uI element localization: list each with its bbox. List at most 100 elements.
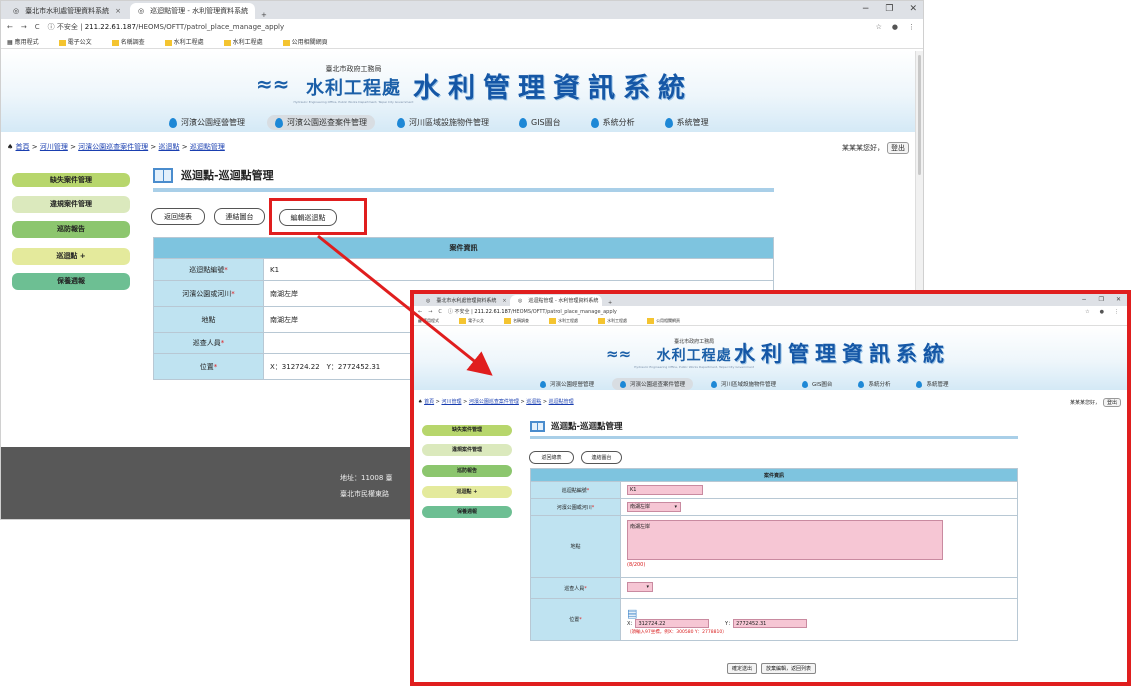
crumb-river[interactable]: 河川管理 (441, 399, 461, 405)
crumb-patrol-point[interactable]: 巡迴點 (526, 399, 541, 405)
maximize-icon[interactable]: ❐ (1099, 296, 1104, 303)
logout-button[interactable]: 登出 (1102, 398, 1121, 407)
side-missing-cases[interactable]: 缺失案件管理 (12, 173, 130, 187)
tab-favicon-icon: ◎ (518, 297, 523, 304)
reload-icon[interactable]: C (35, 23, 40, 31)
nav-park-inspection[interactable]: 河濱公園巡查案件管理 (612, 378, 694, 390)
minimize-icon[interactable]: − (1082, 296, 1087, 303)
y-coordinate-input[interactable]: 2772452.31 (733, 618, 808, 628)
nav-system[interactable]: 系統管理 (657, 115, 717, 130)
forward-icon[interactable]: → (428, 309, 432, 315)
menu-icon[interactable]: ⋮ (1114, 309, 1119, 315)
link-map-button[interactable]: 連結圖台 (581, 451, 622, 464)
reload-icon[interactable]: C (438, 309, 442, 315)
nav-system[interactable]: 系統管理 (908, 378, 956, 390)
back-icon[interactable]: ← (418, 309, 422, 315)
browser-tab[interactable]: ◎ 臺北市水利處管理資料系統 × (418, 295, 510, 306)
maximize-icon[interactable]: ❐ (885, 4, 893, 14)
crumb-patrol-manage[interactable]: 巡迴點管理 (190, 143, 225, 151)
bookmark-item[interactable]: 水利工程處 (223, 37, 273, 46)
page-header: 巡迴點-巡迴點管理 (153, 167, 274, 183)
forward-icon[interactable]: → (21, 23, 27, 31)
water-drop-icon (275, 117, 283, 128)
cancel-edit-button[interactable]: 放棄編輯，返回列表 (761, 663, 817, 674)
bookmark-apps[interactable]: ▦ 應用程式 (7, 37, 49, 46)
bookmark-item[interactable]: 水利工程處 (164, 37, 214, 46)
x-coordinate-input[interactable]: 312724.22 (635, 618, 710, 628)
bookmark-item[interactable]: 公用相關網頁 (282, 37, 338, 46)
crumb-patrol-point[interactable]: 巡迴點 (159, 143, 180, 151)
address-textarea[interactable]: 南湖左岸 (627, 520, 943, 560)
nav-analysis[interactable]: 系統分析 (583, 115, 643, 130)
crumb-river[interactable]: 河川管理 (40, 143, 68, 151)
crumb-home[interactable]: 首頁 (16, 143, 30, 151)
bookmark-item[interactable]: 公用相關網頁 (647, 318, 690, 324)
back-to-list-button[interactable]: 返回總表 (529, 451, 574, 464)
bookmark-apps[interactable]: ▦ 應用程式 (418, 318, 449, 324)
main-nav: 河濱公園經營管理 河濱公園巡查案件管理 河川區域設施物件管理 GIS圖台 系統分… (532, 378, 956, 390)
side-violation-cases[interactable]: 違規案件管理 (12, 196, 130, 213)
browser-tab[interactable]: ◎ 臺北市水利處管理資料系統 × (5, 3, 130, 19)
system-title: 水利管理資訊系統 (734, 342, 950, 366)
case-info-caption: 案件資訊 (153, 237, 774, 259)
url-field[interactable]: ⓘ 不安全 | 211.22.61.187/HEOMS/OFTT/patrol_… (448, 308, 617, 315)
nav-gis[interactable]: GIS圖台 (794, 378, 840, 390)
crumb-inspection[interactable]: 河濱公園巡查案件管理 (78, 143, 148, 151)
side-patrol-point[interactable]: 巡迴點 + (422, 486, 512, 498)
org-name: 水利工程處 (305, 78, 401, 99)
nav-park-operation[interactable]: 河濱公園經營管理 (532, 378, 602, 390)
nav-river-facilities[interactable]: 河川區域設施物件管理 (703, 378, 784, 390)
side-maintenance[interactable]: 保養週報 (422, 506, 512, 518)
bookmark-item[interactable]: 名稱調查 (111, 37, 155, 46)
park-select[interactable]: 南湖左岸 ▾ (627, 502, 681, 512)
water-drop-icon (916, 380, 923, 388)
submit-button[interactable]: 確定送出 (727, 663, 758, 674)
side-patrol-point[interactable]: 巡迴點 + (12, 248, 130, 265)
code-input[interactable]: K1 (627, 485, 703, 495)
account-icon[interactable]: ● (1100, 309, 1104, 315)
nav-river-facilities[interactable]: 河川區域設施物件管理 (389, 115, 497, 130)
label-address: 地點 (530, 515, 621, 578)
side-patrol-report[interactable]: 巡防報告 (422, 465, 512, 477)
home-icon: ♠ (418, 399, 423, 405)
crumb-home[interactable]: 首頁 (424, 399, 434, 405)
account-icon[interactable]: ● (892, 23, 898, 31)
side-violation-cases[interactable]: 違規案件管理 (422, 444, 512, 456)
close-window-icon[interactable]: ✕ (1116, 296, 1121, 303)
footer-address: 地址：11008 臺 (340, 474, 393, 482)
back-icon[interactable]: ← (7, 23, 13, 31)
crumb-inspection[interactable]: 河濱公園巡查案件管理 (469, 399, 519, 405)
menu-icon[interactable]: ⋮ (908, 23, 915, 31)
minimize-icon[interactable]: − (862, 4, 870, 14)
window-controls: − ❐ ✕ (862, 4, 917, 14)
title-rule (153, 188, 774, 192)
nav-park-operation[interactable]: 河濱公園經營管理 (161, 115, 253, 130)
bookmark-item[interactable]: 水利工程處 (549, 318, 588, 324)
side-patrol-report[interactable]: 巡防報告 (12, 221, 130, 238)
side-missing-cases[interactable]: 缺失案件管理 (422, 425, 512, 436)
map-pick-icon[interactable]: ▤ (627, 607, 1017, 620)
nav-park-inspection[interactable]: 河濱公園巡查案件管理 (267, 115, 375, 130)
staff-select[interactable]: ▾ (627, 582, 653, 592)
logout-button[interactable]: 登出 (887, 142, 909, 154)
bookmark-item[interactable]: 電子公文 (58, 37, 102, 46)
bookmark-item[interactable]: 電子公文 (459, 318, 494, 324)
bookmark-item[interactable]: 水利工程處 (598, 318, 637, 324)
nav-gis[interactable]: GIS圖台 (511, 115, 569, 130)
close-window-icon[interactable]: ✕ (909, 4, 917, 14)
link-map-button[interactable]: 連結圖台 (214, 208, 265, 225)
star-icon[interactable]: ☆ (1085, 309, 1089, 315)
star-icon[interactable]: ☆ (876, 23, 882, 31)
crumb-patrol-manage[interactable]: 巡迴點管理 (549, 399, 574, 405)
browser-tab-active[interactable]: ◎ 巡迴點管理 - 水利管理資料系統 × (130, 3, 255, 19)
bookmark-item[interactable]: 名稱調查 (504, 318, 539, 324)
nav-analysis[interactable]: 系統分析 (850, 378, 898, 390)
back-to-list-button[interactable]: 返回總表 (151, 208, 205, 225)
side-maintenance[interactable]: 保養週報 (12, 273, 130, 290)
browser-tab-active[interactable]: ◎ 巡迴點管理 - 水利管理資料系統 × (510, 295, 602, 306)
close-icon[interactable]: × (115, 7, 121, 15)
url-field[interactable]: ⓘ 不安全 | 211.22.61.187/HEOMS/OFTT/patrol_… (48, 22, 284, 32)
org-small-name: 臺北市政府工務局 (325, 65, 382, 73)
new-tab-icon[interactable]: + (255, 11, 273, 19)
close-icon[interactable]: × (502, 298, 506, 304)
